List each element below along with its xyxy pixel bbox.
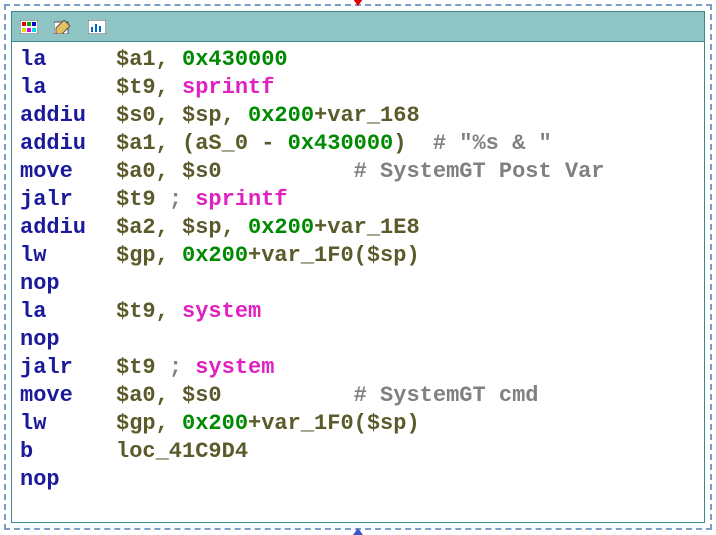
flow-in-arrow-icon <box>353 0 363 6</box>
disassembly-block-frame: la$a1, 0x430000la$t9, sprintfaddiu$s0, $… <box>4 4 712 530</box>
reg-token: $sp <box>367 411 407 436</box>
reg-token: aS_0 <box>195 131 248 156</box>
asm-line[interactable]: la$t9, system <box>20 298 696 326</box>
punct-token: , <box>156 383 182 408</box>
asm-line[interactable]: jalr$t9 ; system <box>20 354 696 382</box>
mnemonic: addiu <box>20 214 116 242</box>
reg-token: $gp <box>116 243 156 268</box>
mnemonic: lw <box>20 242 116 270</box>
asm-line[interactable]: lw$gp, 0x200+var_1F0($sp) <box>20 410 696 438</box>
punct-token: ( <box>354 243 367 268</box>
punct-token: ) <box>393 131 433 156</box>
asm-line[interactable]: move$a0, $s0 # SystemGT cmd <box>20 382 696 410</box>
asm-line[interactable]: la$t9, sprintf <box>20 74 696 102</box>
asm-line[interactable]: la$a1, 0x430000 <box>20 46 696 74</box>
punct-token <box>222 383 354 408</box>
reg-token: +var_1F0 <box>248 411 354 436</box>
reg-token: loc_41C9D4 <box>116 439 248 464</box>
punct-token: , <box>156 411 182 436</box>
reg-token: $t9 <box>116 299 156 324</box>
mnemonic: move <box>20 158 116 186</box>
disassembly-panel: la$a1, 0x430000la$t9, sprintfaddiu$s0, $… <box>11 11 705 523</box>
comment-token: ; <box>169 187 195 212</box>
asm-line[interactable]: addiu$s0, $sp, 0x200+var_168 <box>20 102 696 130</box>
edit-icon[interactable] <box>54 20 72 34</box>
disassembly-code[interactable]: la$a1, 0x430000la$t9, sprintfaddiu$s0, $… <box>12 42 704 522</box>
punct-token: , <box>222 103 248 128</box>
reg-token: $a0 <box>116 383 156 408</box>
mnemonic: addiu <box>20 102 116 130</box>
num-token: 0x430000 <box>182 47 288 72</box>
asm-line[interactable]: bloc_41C9D4 <box>20 438 696 466</box>
mnemonic: la <box>20 74 116 102</box>
comment-token: # SystemGT cmd <box>354 383 539 408</box>
reg-token: $t9 <box>116 355 169 380</box>
func-token: sprintf <box>195 187 287 212</box>
asm-line[interactable]: nop <box>20 270 696 298</box>
comment-token: # SystemGT Post Var <box>354 159 605 184</box>
punct-token: - <box>248 131 288 156</box>
punct-token: , <box>156 159 182 184</box>
punct-token: , <box>156 75 182 100</box>
punct-token: , <box>156 103 182 128</box>
punct-token: , <box>156 47 182 72</box>
mnemonic: addiu <box>20 130 116 158</box>
punct-token: , ( <box>156 131 196 156</box>
num-token: 0x200 <box>248 215 314 240</box>
reg-token: $a0 <box>116 159 156 184</box>
asm-line[interactable]: nop <box>20 466 696 494</box>
mnemonic: lw <box>20 410 116 438</box>
func-token: system <box>195 355 274 380</box>
asm-line[interactable]: jalr$t9 ; sprintf <box>20 186 696 214</box>
num-token: 0x200 <box>248 103 314 128</box>
palette-icon[interactable] <box>20 20 38 34</box>
mnemonic: nop <box>20 466 116 494</box>
punct-token: ) <box>406 243 419 268</box>
mnemonic: jalr <box>20 186 116 214</box>
block-toolbar <box>12 12 704 42</box>
asm-line[interactable]: addiu$a2, $sp, 0x200+var_1E8 <box>20 214 696 242</box>
stats-icon[interactable] <box>88 20 106 34</box>
reg-token: $a1 <box>116 47 156 72</box>
punct-token: ) <box>406 411 419 436</box>
asm-line[interactable]: nop <box>20 326 696 354</box>
punct-token: , <box>156 243 182 268</box>
mnemonic: la <box>20 46 116 74</box>
reg-token: $a2 <box>116 215 156 240</box>
reg-token: $s0 <box>116 103 156 128</box>
mnemonic: nop <box>20 326 116 354</box>
reg-token: +var_168 <box>314 103 420 128</box>
reg-token: $a1 <box>116 131 156 156</box>
mnemonic: la <box>20 298 116 326</box>
punct-token: , <box>222 215 248 240</box>
reg-token: $t9 <box>116 187 169 212</box>
mnemonic: move <box>20 382 116 410</box>
asm-line[interactable]: move$a0, $s0 # SystemGT Post Var <box>20 158 696 186</box>
reg-token: $gp <box>116 411 156 436</box>
num-token: 0x200 <box>182 243 248 268</box>
reg-token: $sp <box>367 243 407 268</box>
mnemonic: nop <box>20 270 116 298</box>
num-token: 0x200 <box>182 411 248 436</box>
punct-token: , <box>156 215 182 240</box>
comment-token: # "%s & " <box>433 131 552 156</box>
reg-token: +var_1E8 <box>314 215 420 240</box>
reg-token: +var_1F0 <box>248 243 354 268</box>
mnemonic: jalr <box>20 354 116 382</box>
punct-token: , <box>156 299 182 324</box>
punct-token <box>222 159 354 184</box>
reg-token: $s0 <box>182 383 222 408</box>
reg-token: $sp <box>182 215 222 240</box>
func-token: system <box>182 299 261 324</box>
asm-line[interactable]: lw$gp, 0x200+var_1F0($sp) <box>20 242 696 270</box>
func-token: sprintf <box>182 75 274 100</box>
reg-token: $t9 <box>116 75 156 100</box>
asm-line[interactable]: addiu$a1, (aS_0 - 0x430000) # "%s & " <box>20 130 696 158</box>
punct-token: ( <box>354 411 367 436</box>
mnemonic: b <box>20 438 116 466</box>
reg-token: $sp <box>182 103 222 128</box>
comment-token: ; <box>169 355 195 380</box>
num-token: 0x430000 <box>288 131 394 156</box>
reg-token: $s0 <box>182 159 222 184</box>
